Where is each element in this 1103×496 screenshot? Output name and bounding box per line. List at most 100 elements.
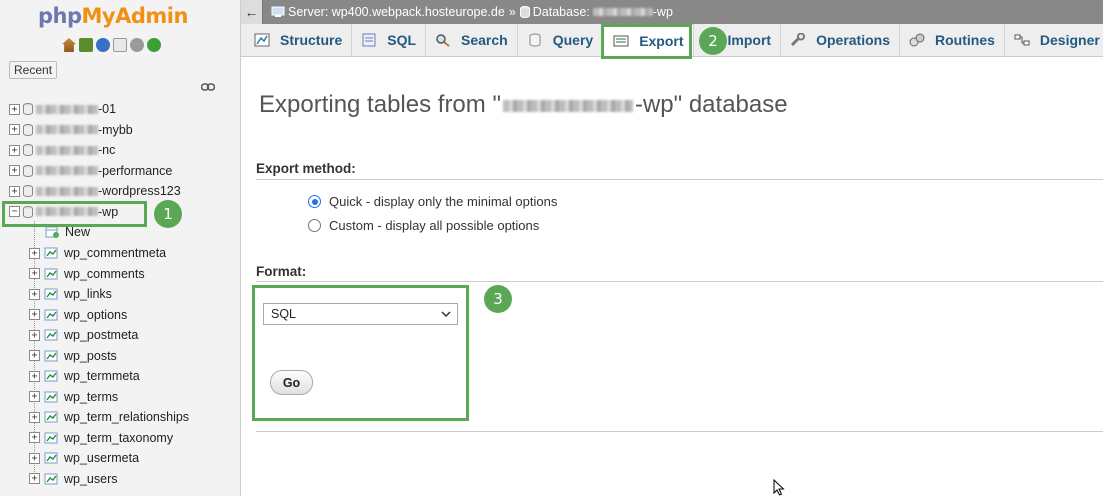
- phpmyadmin-logo[interactable]: phpMyAdmin: [38, 4, 188, 28]
- table-name[interactable]: wp_termmeta: [64, 369, 140, 383]
- tree-db-performance[interactable]: + -performance: [0, 161, 241, 182]
- tree-table-wp-options[interactable]: + wp_options: [0, 305, 241, 326]
- tree-db-mybb[interactable]: + -mybb: [0, 120, 241, 141]
- expand-icon[interactable]: +: [29, 268, 40, 280]
- tree-table-wp-postmeta[interactable]: + wp_postmeta: [0, 325, 241, 346]
- breadcrumb-database-suffix[interactable]: -wp: [653, 5, 673, 19]
- database-icon: [23, 164, 33, 177]
- expand-icon[interactable]: +: [29, 247, 40, 259]
- tab-designer[interactable]: Designer: [1005, 24, 1103, 56]
- tab-structure[interactable]: Structure: [245, 24, 353, 56]
- tab-label: Query: [552, 32, 594, 48]
- back-arrow-icon[interactable]: ←: [241, 0, 263, 24]
- tree-table-wp-commentmeta[interactable]: + wp_commentmeta: [0, 243, 241, 264]
- database-icon: [23, 185, 33, 198]
- logo-php-text: php: [38, 4, 82, 28]
- help-icon[interactable]: [96, 38, 110, 52]
- highlight-box-3: [252, 285, 469, 421]
- expand-icon[interactable]: +: [29, 452, 40, 464]
- table-name[interactable]: wp_usermeta: [64, 451, 139, 465]
- table-name[interactable]: wp_users: [64, 472, 118, 486]
- table-name[interactable]: wp_term_taxonomy: [64, 431, 173, 445]
- database-icon: [23, 103, 33, 116]
- expand-icon[interactable]: +: [29, 350, 40, 362]
- table-name[interactable]: wp_comments: [64, 267, 145, 281]
- expand-icon[interactable]: +: [29, 473, 40, 485]
- new-table-icon: [45, 226, 59, 239]
- tree-db-01[interactable]: + -01: [0, 99, 241, 120]
- tree-table-wp-users[interactable]: + wp_users: [0, 469, 241, 490]
- expand-icon[interactable]: +: [9, 165, 20, 177]
- tree-table-wp-links[interactable]: + wp_links: [0, 284, 241, 305]
- tree-table-wp-usermeta[interactable]: + wp_usermeta: [0, 448, 241, 469]
- table-name[interactable]: wp_options: [64, 308, 127, 322]
- tree-table-wp-termmeta[interactable]: + wp_termmeta: [0, 366, 241, 387]
- tree-table-wp-posts[interactable]: + wp_posts: [0, 346, 241, 367]
- expand-icon[interactable]: +: [29, 309, 40, 321]
- table-icon: [44, 452, 58, 464]
- custom-radio[interactable]: [308, 219, 321, 232]
- expand-icon[interactable]: +: [29, 329, 40, 341]
- routines-icon: [909, 33, 925, 47]
- settings-icon[interactable]: [130, 38, 144, 52]
- designer-icon: [1014, 34, 1030, 46]
- custom-option[interactable]: Custom - display all possible options: [308, 218, 539, 233]
- expand-icon[interactable]: +: [29, 432, 40, 444]
- db-name[interactable]: -mybb: [98, 123, 133, 137]
- breadcrumb-server[interactable]: Server: wp400.webpack.hosteurope.de: [288, 5, 505, 19]
- quick-option[interactable]: Quick - display only the minimal options: [308, 194, 557, 209]
- expand-icon[interactable]: +: [29, 288, 40, 300]
- db-name[interactable]: -wordpress123: [98, 184, 181, 198]
- link-icon[interactable]: [201, 82, 215, 92]
- tab-routines[interactable]: Routines: [900, 24, 1005, 56]
- tree-table-wp-terms[interactable]: + wp_terms: [0, 387, 241, 408]
- table-name[interactable]: wp_term_relationships: [64, 410, 189, 424]
- table-icon: [44, 411, 58, 423]
- table-name[interactable]: wp_posts: [64, 349, 117, 363]
- logout-icon[interactable]: [79, 38, 93, 52]
- main-content: Exporting tables from " -wp" database Exp…: [241, 58, 1103, 496]
- new-label[interactable]: New: [65, 225, 90, 239]
- recent-button[interactable]: Recent: [9, 61, 58, 79]
- redacted-db-prefix: [592, 8, 653, 16]
- custom-option-label[interactable]: Custom - display all possible options: [329, 218, 539, 233]
- navigation-sidebar: phpMyAdmin Recent + -01 + -mybb + -nc +: [0, 0, 241, 496]
- expand-icon[interactable]: +: [29, 370, 40, 382]
- tab-label: Operations: [816, 32, 890, 48]
- tab-operations[interactable]: Operations: [781, 24, 900, 56]
- tree-table-wp-term-taxonomy[interactable]: + wp_term_taxonomy: [0, 428, 241, 449]
- db-name[interactable]: -performance: [98, 164, 172, 178]
- table-icon: [44, 309, 58, 321]
- expand-icon[interactable]: +: [9, 144, 20, 156]
- divider: [256, 431, 1103, 432]
- quick-option-label[interactable]: Quick - display only the minimal options: [329, 194, 557, 209]
- table-name[interactable]: wp_links: [64, 287, 112, 301]
- docs-icon[interactable]: [113, 38, 127, 52]
- home-icon[interactable]: [62, 38, 76, 52]
- tab-query[interactable]: Query: [518, 24, 604, 56]
- tree-db-wordpress123[interactable]: + -wordpress123: [0, 181, 241, 202]
- quick-radio[interactable]: [308, 195, 321, 208]
- tree-db-nc[interactable]: + -nc: [0, 140, 241, 161]
- reload-icon[interactable]: [147, 38, 161, 52]
- tree-table-wp-term-relationships[interactable]: + wp_term_relationships: [0, 407, 241, 428]
- expand-icon[interactable]: +: [9, 124, 20, 136]
- sidebar-quick-icons: [62, 38, 161, 52]
- table-name[interactable]: wp_commentmeta: [64, 246, 166, 260]
- expand-icon[interactable]: +: [9, 185, 20, 197]
- export-method-label: Export method:: [256, 161, 356, 176]
- step-badge-1: 1: [154, 200, 182, 228]
- expand-icon[interactable]: +: [29, 391, 40, 403]
- tab-search[interactable]: Search: [426, 24, 518, 56]
- breadcrumb-database-label[interactable]: Database:: [533, 5, 590, 19]
- db-name[interactable]: -nc: [98, 143, 115, 157]
- db-name[interactable]: -01: [98, 102, 116, 116]
- table-name[interactable]: wp_terms: [64, 390, 118, 404]
- tab-sql[interactable]: SQL: [352, 24, 427, 56]
- redacted-db-prefix: [36, 104, 98, 114]
- format-label: Format:: [256, 264, 307, 279]
- table-name[interactable]: wp_postmeta: [64, 328, 138, 342]
- expand-icon[interactable]: +: [29, 411, 40, 423]
- expand-icon[interactable]: +: [9, 103, 20, 115]
- tree-table-wp-comments[interactable]: + wp_comments: [0, 264, 241, 285]
